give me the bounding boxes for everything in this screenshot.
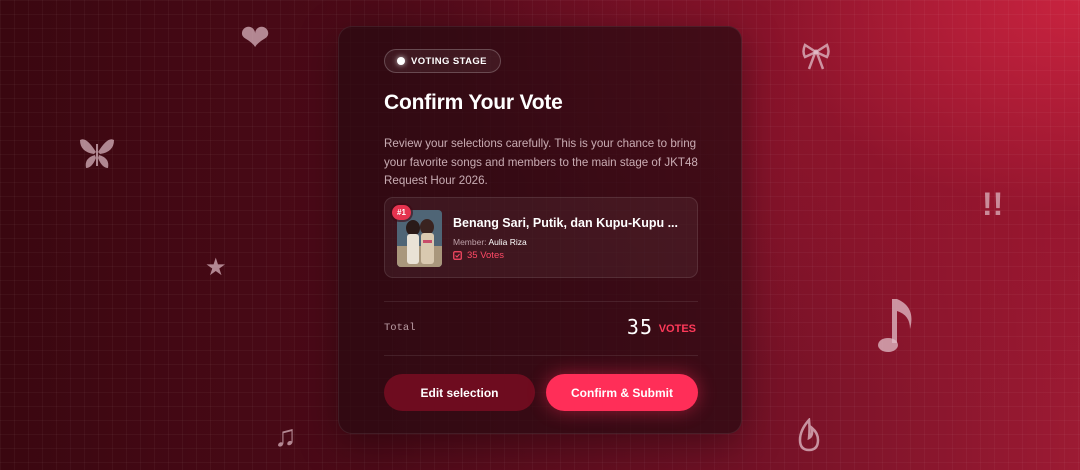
selection-votes: 35 Votes <box>453 250 504 261</box>
edit-selection-button[interactable]: Edit selection <box>384 374 535 411</box>
exclamation-icon: !! <box>982 186 1004 222</box>
ballot-icon <box>453 251 462 260</box>
double-music-note-icon: ♫ <box>274 420 297 453</box>
divider-top <box>384 301 698 302</box>
votes-text: 35 Votes <box>467 250 504 261</box>
total-votes-unit: VOTES <box>658 323 696 335</box>
confirm-submit-button[interactable]: Confirm & Submit <box>546 374 698 411</box>
divider-bottom <box>384 355 698 356</box>
music-note-icon <box>876 295 922 361</box>
total-votes-count: 35 <box>626 315 653 339</box>
badge-label: VOTING STAGE <box>411 55 487 67</box>
page-title: Confirm Your Vote <box>384 91 563 114</box>
status-dot-icon <box>397 57 405 65</box>
star-icon: ★ <box>205 254 227 281</box>
voting-stage-badge: VOTING STAGE <box>384 49 501 73</box>
member-label: Member: <box>453 237 487 247</box>
member-name: Aulia Riza <box>488 237 527 247</box>
fire-icon <box>796 417 822 456</box>
confirm-vote-card: VOTING STAGE Confirm Your Vote Review yo… <box>338 26 742 434</box>
bow-icon <box>800 40 832 76</box>
song-title: Benang Sari, Putik, dan Kupu-Kupu ... <box>453 216 679 230</box>
member-info: Member: Aulia Riza <box>453 237 527 247</box>
selection-card: #1 Benang Sari, Putik, dan Kupu-Kupu ...… <box>384 197 698 278</box>
heart-icon: ❤ <box>240 17 271 58</box>
description-text: Review your selections carefully. This i… <box>384 137 698 187</box>
total-label: Total <box>384 322 416 334</box>
butterfly-icon <box>78 134 116 176</box>
rank-badge: #1 <box>392 205 411 220</box>
